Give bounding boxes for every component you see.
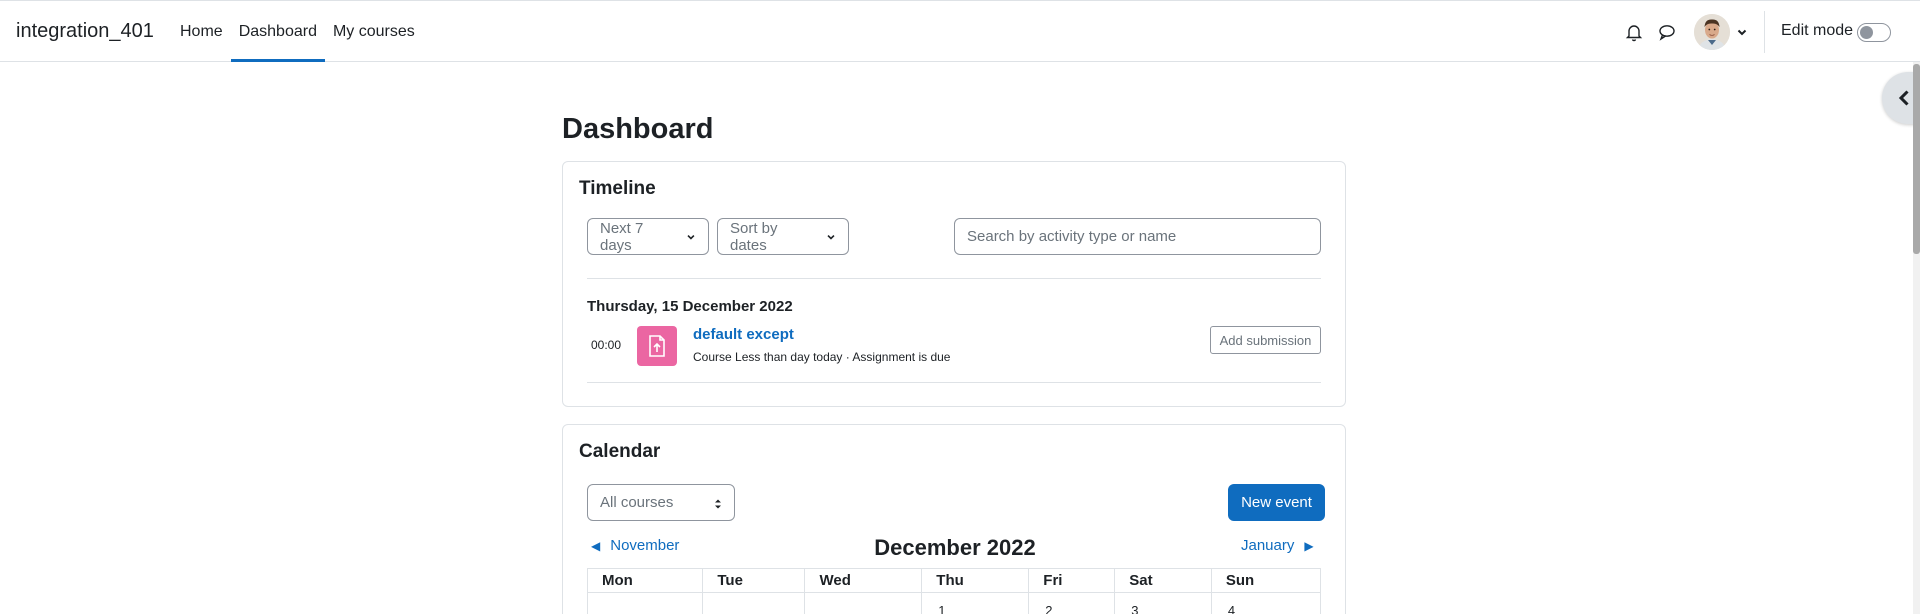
- calendar-day-cell[interactable]: 3: [1114, 592, 1212, 614]
- nav-home-link[interactable]: Home: [172, 1, 231, 62]
- calendar-day-cell: [702, 592, 806, 614]
- next-month-link[interactable]: January ▶: [1241, 537, 1314, 554]
- calendar-day-cell[interactable]: 4: [1210, 592, 1322, 614]
- scrollbar-thumb[interactable]: [1913, 64, 1920, 254]
- day-filter-label: Next 7 days: [600, 219, 644, 254]
- calendar-title: Calendar: [579, 441, 661, 462]
- calendar-day-cell[interactable]: 1: [921, 592, 1030, 614]
- navbar-divider: [1764, 11, 1765, 53]
- toggle-knob: [1860, 26, 1873, 39]
- calendar-month-grid: Mon Tue Wed Thu Fri Sat Sun 1 2 3 4: [586, 568, 1322, 614]
- weekday-header: Fri: [1028, 568, 1116, 593]
- weekday-header: Thu: [921, 568, 1030, 593]
- event-time: 00:00: [591, 338, 622, 352]
- chevron-down-icon: [687, 234, 695, 240]
- event-meta: Course Less than day today · Assignment …: [693, 350, 951, 364]
- select-arrows-icon: [715, 499, 721, 509]
- calendar-day-cell: [586, 592, 704, 614]
- assignment-upload-icon: [637, 326, 677, 366]
- course-select[interactable]: All courses: [587, 484, 735, 521]
- calendar-day-cell[interactable]: 2: [1028, 592, 1116, 614]
- nav-dashboard-link[interactable]: Dashboard: [230, 1, 326, 62]
- divider: [587, 278, 1321, 279]
- divider: [587, 382, 1321, 383]
- day-filter-dropdown[interactable]: Next 7 days: [587, 218, 709, 255]
- course-select-value: All courses: [600, 494, 674, 511]
- weekday-header: Sun: [1210, 568, 1322, 593]
- timeline-search-input[interactable]: [954, 218, 1321, 255]
- chevron-left-icon: [1898, 90, 1909, 106]
- sort-dropdown[interactable]: Sort by dates: [717, 218, 849, 255]
- chevron-down-icon: [827, 234, 835, 240]
- weekday-header: Tue: [702, 568, 806, 593]
- new-event-button[interactable]: New event: [1228, 484, 1325, 521]
- event-name-link[interactable]: default except: [693, 326, 794, 343]
- edit-mode-toggle[interactable]: [1857, 23, 1891, 42]
- site-brand[interactable]: integration_401: [16, 20, 154, 43]
- primary-navigation: Home Dashboard My courses: [172, 1, 423, 62]
- timeline-title: Timeline: [579, 178, 656, 199]
- messages-chat-icon[interactable]: [1656, 21, 1678, 43]
- edit-mode-label: Edit mode: [1781, 22, 1854, 39]
- weekday-header: Wed: [804, 568, 923, 593]
- page-title: Dashboard: [562, 113, 714, 145]
- notifications-bell-icon[interactable]: [1623, 21, 1645, 43]
- sort-label: Sort by dates: [730, 219, 778, 254]
- calendar-week-row: 1 2 3 4: [586, 592, 1322, 614]
- user-menu-chevron-down-icon[interactable]: [1735, 25, 1749, 39]
- nav-my-courses-link[interactable]: My courses: [325, 1, 423, 62]
- page-scrollbar[interactable]: [1913, 62, 1920, 614]
- timeline-block: Timeline Next 7 days Sort by dates Thurs…: [562, 161, 1346, 407]
- weekday-header-row: Mon Tue Wed Thu Fri Sat Sun: [586, 568, 1322, 593]
- user-avatar[interactable]: [1694, 14, 1730, 50]
- weekday-header: Mon: [586, 568, 704, 593]
- arrow-right-icon: ▶: [1304, 539, 1314, 553]
- next-month-label: January: [1241, 537, 1295, 554]
- weekday-header: Sat: [1114, 568, 1212, 593]
- current-month-heading: December 2022: [874, 535, 1036, 560]
- calendar-day-cell: [804, 592, 923, 614]
- top-navbar: integration_401 Home Dashboard My course…: [0, 0, 1920, 62]
- calendar-block: Calendar All courses New event ◀ November…: [562, 424, 1346, 614]
- timeline-date-heading: Thursday, 15 December 2022: [587, 298, 793, 315]
- add-submission-button[interactable]: Add submission: [1210, 326, 1321, 354]
